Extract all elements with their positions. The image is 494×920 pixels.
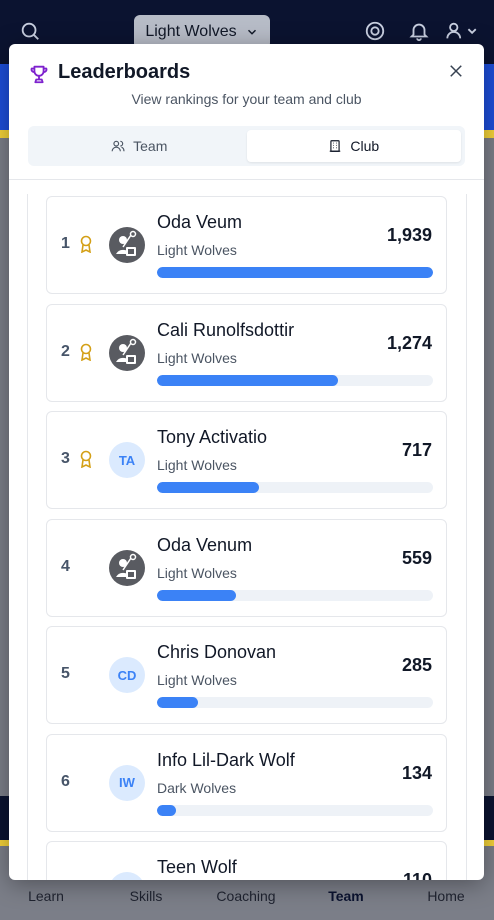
player-team: Dark Wolves xyxy=(157,779,237,796)
progress-bar xyxy=(157,267,433,278)
avatar: TA xyxy=(109,442,145,478)
trophy-icon xyxy=(30,65,48,84)
help-icon[interactable] xyxy=(364,20,386,42)
avatar xyxy=(109,549,145,586)
player-name: Info Lil-Dark Wolf xyxy=(157,749,295,770)
player-score: 134 xyxy=(401,762,432,783)
player-name: Oda Veum xyxy=(157,212,243,232)
leaderboards-modal: Leaderboards View rankings for your team… xyxy=(9,44,484,880)
leaderboard-row[interactable]: 4 Oda Venum Light Wolves 559 xyxy=(46,518,447,617)
chevron-down-icon xyxy=(247,29,256,35)
progress-fill xyxy=(157,267,433,278)
tab-team[interactable]: Team xyxy=(32,130,247,162)
player-score: 717 xyxy=(401,440,432,460)
bell-icon[interactable] xyxy=(408,20,430,42)
leaderboard-row[interactable]: 6 IW Info Lil-Dark Wolf Dark Wolves 134 xyxy=(46,733,447,832)
progress-bar xyxy=(157,804,433,816)
progress-bar xyxy=(157,697,433,708)
player-team: Light Wolves xyxy=(157,457,237,473)
player-score: 559 xyxy=(401,547,432,568)
modal-subtitle: View rankings for your team and club xyxy=(131,91,362,107)
avatar: TW xyxy=(109,872,145,880)
player-team: Light Wolves xyxy=(157,672,237,688)
leaderboard-row[interactable]: 5 CD Chris Donovan Light Wolves 285 xyxy=(46,626,447,724)
close-icon[interactable] xyxy=(447,62,465,80)
player-team: Light Wolves xyxy=(157,242,237,258)
search-icon[interactable] xyxy=(19,20,41,42)
leaderboard-row[interactable]: 3 TA Tony Activatio Light Wolves 717 xyxy=(46,411,447,509)
leaderboard-row[interactable]: 1 Oda Veum Light Wolves 1,939 xyxy=(46,196,447,294)
player-team: Light Wolves xyxy=(157,349,237,366)
tab-team-label: Team xyxy=(133,138,168,154)
nav-home[interactable]: Home xyxy=(427,888,464,904)
nav-team[interactable]: Team xyxy=(328,888,364,904)
leaderboard-tabs: Team Club xyxy=(28,126,465,166)
avatar xyxy=(109,334,145,371)
progress-fill xyxy=(157,697,198,708)
player-score: 285 xyxy=(401,655,432,675)
avatar xyxy=(109,227,145,263)
medal-icon xyxy=(80,343,92,361)
tab-club-label: Club xyxy=(350,138,380,154)
player-name: Teen Wolf xyxy=(157,857,237,877)
progress-fill xyxy=(157,589,237,601)
medal-icon xyxy=(80,235,92,253)
modal-title: Leaderboards xyxy=(58,61,191,83)
nav-coaching[interactable]: Coaching xyxy=(216,888,275,904)
player-score: 1,939 xyxy=(386,225,432,245)
avatar: CD xyxy=(109,657,145,693)
progress-bar xyxy=(157,482,433,493)
player-name: Tony Activatio xyxy=(157,427,268,447)
player-team: Light Wolves xyxy=(157,564,237,581)
nav-skills[interactable]: Skills xyxy=(130,888,163,904)
leaderboard-row[interactable]: 7TWTeen WolfLight Wolves110 xyxy=(46,841,447,880)
rank-number: 5 xyxy=(61,665,70,682)
building-icon xyxy=(330,140,341,152)
medal-icon xyxy=(80,450,92,468)
player-name: Oda Venum xyxy=(157,534,253,555)
progress-bar xyxy=(157,589,433,601)
progress-fill xyxy=(157,482,260,493)
rank-number: 6 xyxy=(61,772,70,790)
player-name: Chris Donovan xyxy=(157,642,277,662)
rank-number: 3 xyxy=(61,450,70,467)
progress-bar xyxy=(157,374,433,386)
player-score: 1,274 xyxy=(386,332,432,353)
tab-club[interactable]: Club xyxy=(246,130,461,162)
rank-number: 4 xyxy=(61,557,70,575)
leaderboard-list[interactable]: 1 Oda Veum Light Wolves 1,939 2 Cali Runolfsd… xyxy=(27,194,467,880)
modal-header: Leaderboards View rankings for your team… xyxy=(9,44,484,180)
user-menu-icon[interactable] xyxy=(444,20,480,42)
player-score: 110 xyxy=(402,870,432,880)
team-selector-label: Light Wolves xyxy=(145,23,237,40)
progress-fill xyxy=(157,374,339,386)
rank-number: 2 xyxy=(61,342,70,360)
avatar: IW xyxy=(109,764,145,801)
users-icon xyxy=(111,140,125,152)
leaderboard-row[interactable]: 2 Cali Runolfsdottir Light Wolves 1,274 xyxy=(46,303,447,402)
player-name: Cali Runolfsdottir xyxy=(157,319,295,340)
progress-fill xyxy=(157,804,177,816)
nav-learn[interactable]: Learn xyxy=(28,888,64,904)
rank-number: 1 xyxy=(61,235,70,252)
